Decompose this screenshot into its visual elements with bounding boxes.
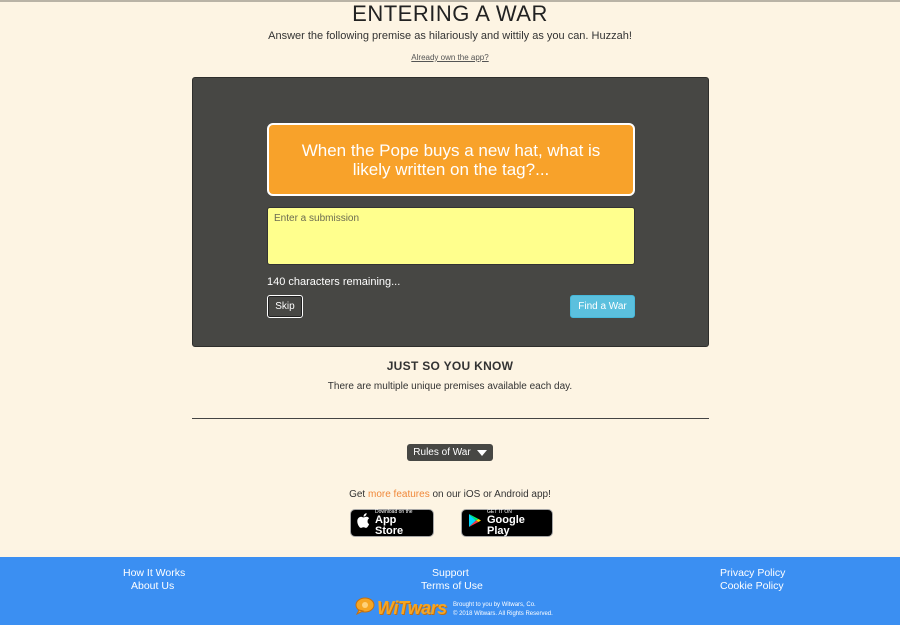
footer-privacy-link[interactable]: Privacy Policy — [720, 567, 785, 579]
get-more-prefix: Get — [349, 489, 368, 500]
divider — [192, 418, 709, 419]
page-title: ENTERING A WAR — [352, 1, 548, 26]
submission-input[interactable] — [267, 207, 635, 265]
premise-card: When the Pope buys a new hat, what is li… — [267, 123, 635, 196]
war-panel: When the Pope buys a new hat, what is li… — [192, 77, 709, 347]
page-subtitle: Answer the following premise as hilariou… — [268, 30, 632, 42]
footer-support-link[interactable]: Support — [432, 567, 469, 579]
google-play-big-text: Google Play — [487, 513, 525, 537]
app-store-big-text: App Store — [375, 513, 404, 537]
info-heading: JUST SO YOU KNOW — [386, 359, 514, 373]
already-own-app-link[interactable]: Already own the app? — [0, 53, 900, 62]
rules-of-war-button[interactable]: Rules of War — [407, 444, 493, 461]
skip-button[interactable]: Skip — [267, 295, 303, 318]
footer-cookie-link[interactable]: Cookie Policy — [720, 580, 784, 592]
logo-text: WiTwars — [377, 597, 447, 618]
footer-how-it-works-link[interactable]: How It Works — [123, 567, 185, 579]
apple-icon — [357, 513, 370, 533]
chars-remaining: 140 characters remaining... — [267, 276, 401, 288]
get-more-text: Get more features on our iOS or Android … — [0, 489, 900, 500]
info-text: There are multiple unique premises avail… — [327, 381, 573, 392]
witwars-logo[interactable]: WiTwars — [355, 597, 448, 619]
footer-about-us-link[interactable]: About Us — [131, 580, 174, 592]
google-play-badge[interactable]: GET IT ON Google Play — [461, 509, 553, 537]
footer-terms-link[interactable]: Terms of Use — [421, 580, 483, 592]
app-store-badge[interactable]: Download on the App Store — [350, 509, 434, 537]
copyright-block: Brought to you by Witwars, Co. © 2018 Wi… — [453, 601, 553, 619]
copyright-text: © 2018 Witwars. All Rights Reserved. — [453, 611, 553, 617]
caret-down-icon — [476, 449, 487, 456]
brought-by-text: Brought to you by Witwars, Co. — [453, 602, 536, 608]
get-more-suffix: on our iOS or Android app! — [429, 489, 551, 500]
rules-of-war-label: Rules of War — [413, 447, 471, 458]
speech-bubble-icon — [355, 597, 375, 620]
more-features-link[interactable]: more features — [368, 489, 430, 500]
find-war-button[interactable]: Find a War — [570, 295, 635, 318]
footer: How It Works About Us Support Terms of U… — [0, 557, 900, 625]
play-icon — [468, 513, 482, 533]
